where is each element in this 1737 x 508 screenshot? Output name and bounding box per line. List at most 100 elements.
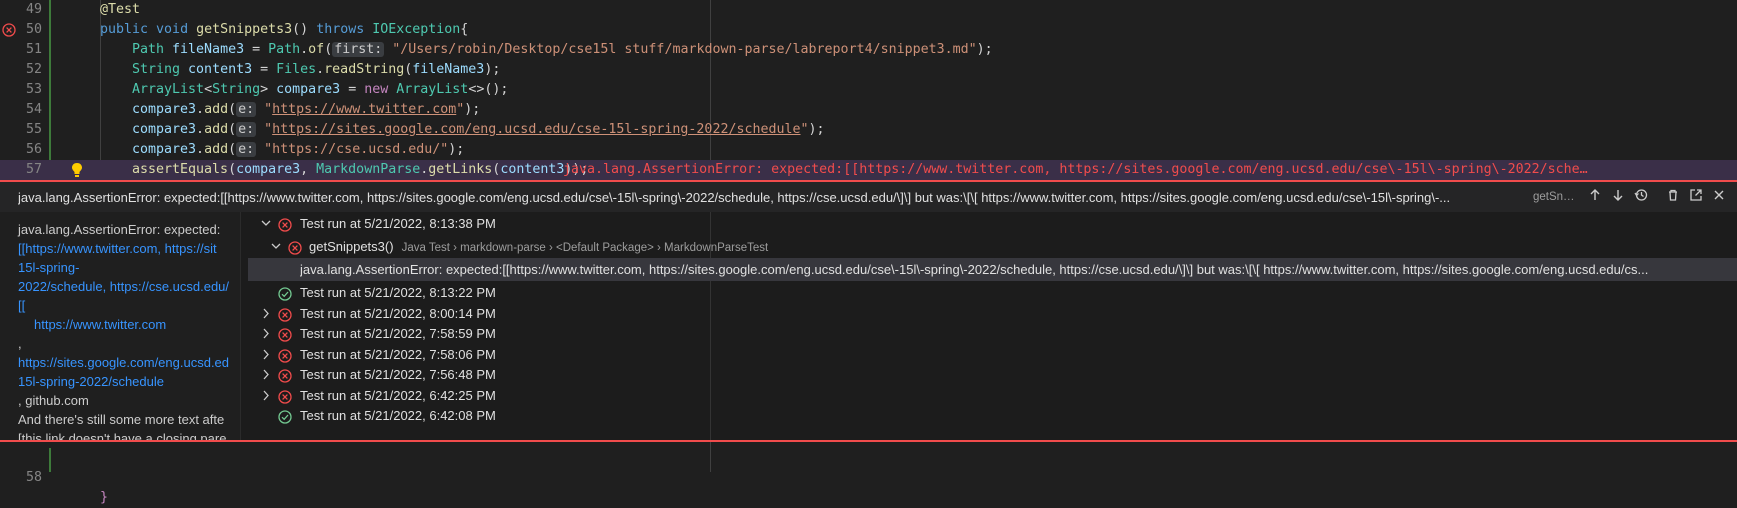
- code-token: ": [256, 102, 273, 117]
- pane-sash[interactable]: [240, 212, 241, 440]
- check-icon: [278, 408, 292, 424]
- line-number: 49: [25, 2, 42, 17]
- code-editor[interactable]: 49 @Test 50 public void getSnippets3() thro…: [0, 0, 1737, 180]
- code-token: =: [244, 42, 269, 57]
- message-link[interactable]: https://sites.google.com/eng.ucsd.ed: [18, 353, 240, 372]
- history-run-item[interactable]: Test run at 5/21/2022, 8:13:38 PM: [248, 212, 1737, 235]
- message-link[interactable]: 2022/schedule, https://cse.ucsd.edu/: [18, 277, 240, 296]
- line-number: 53: [25, 82, 42, 97]
- code-token: );: [448, 142, 465, 157]
- code-line[interactable]: 51 Path fileName3 = Path.of(first: "/User…: [0, 40, 1737, 60]
- code-token: Path: [268, 42, 301, 57]
- code-token: String: [132, 62, 189, 77]
- line-number: 56: [25, 142, 42, 157]
- peek-header: java.lang.AssertionError: expected:[[htt…: [0, 180, 1737, 212]
- code-token: =: [252, 62, 277, 77]
- peek-title: java.lang.AssertionError: expected:[[htt…: [18, 190, 1451, 205]
- lightbulb-icon[interactable]: [70, 162, 84, 178]
- code-line[interactable]: 56 compare3.add(e: "https://cse.ucsd.edu/…: [0, 140, 1737, 160]
- message-link[interactable]: 15l-spring-2022/schedule: [18, 372, 240, 391]
- inlay-hint: e:: [236, 102, 257, 117]
- check-icon: [278, 285, 292, 301]
- history-run-label: Test run at 5/21/2022, 8:13:38 PM: [300, 216, 496, 231]
- code-line[interactable]: 57 assertEquals(compare3, MarkdownParse.g…: [0, 160, 1737, 180]
- code-token: compare3: [132, 142, 197, 157]
- message-line: And there's still some more text afte: [18, 412, 225, 427]
- code-token: Path: [132, 42, 173, 57]
- line-number: 52: [25, 62, 42, 77]
- code-token: compare3: [236, 162, 301, 177]
- code-token: public: [100, 22, 157, 37]
- message-line: java.lang.AssertionError: expected:: [18, 222, 221, 237]
- code-token: );: [484, 62, 501, 77]
- code-line[interactable]: 54 compare3.add(e: "https://www.twitter.c…: [0, 100, 1737, 120]
- code-text: compare3.add(e: "https://sites.google.co…: [132, 120, 825, 140]
- arrow-down-icon[interactable]: [1609, 188, 1627, 206]
- code-line[interactable]: 49 @Test: [0, 0, 1737, 20]
- code-token: .: [196, 102, 205, 117]
- code-token: (: [228, 162, 237, 177]
- peek-body: java.lang.AssertionError: expected: [[ht…: [0, 212, 1737, 442]
- message-link[interactable]: [[https://www.twitter.com, https://sit: [18, 239, 240, 258]
- ruler-guide: [710, 442, 711, 472]
- code-token: <>();: [468, 82, 509, 97]
- history-icon[interactable]: [1632, 188, 1650, 206]
- code-token: ArrayList: [132, 82, 205, 97]
- test-method-description: Java Test › markdown-parse › <Default Pa…: [401, 242, 769, 254]
- code-token: String: [212, 82, 261, 97]
- code-token: ": [256, 122, 273, 137]
- trash-icon[interactable]: [1664, 188, 1682, 206]
- code-token: =: [340, 82, 365, 97]
- code-token: add: [204, 122, 229, 137]
- code-line[interactable]: 55 compare3.add(e: "https://sites.google.…: [0, 120, 1737, 140]
- code-line[interactable]: 50 public void getSnippets3() throws IOEx…: [0, 20, 1737, 40]
- code-line[interactable]: 53 ArrayList<String> compare3 = new Array…: [0, 80, 1737, 100]
- message-link[interactable]: https://www.twitter.com: [18, 315, 240, 334]
- code-line[interactable]: 58 }: [0, 448, 1737, 505]
- code-token: throws: [316, 22, 373, 37]
- test-method-item[interactable]: getSnippets3() Java Test › markdown-parse…: [248, 235, 1737, 258]
- code-text: }: [100, 490, 109, 505]
- error-icon: [288, 239, 302, 255]
- error-icon[interactable]: [2, 23, 16, 37]
- code-token: "/Users/robin/Desktop/cse15l stuff/markd…: [384, 42, 977, 57]
- line-number: 57: [25, 162, 42, 177]
- code-line[interactable]: 52 String content3 = Files.readString(fil…: [0, 60, 1737, 80]
- error-icon: [278, 367, 292, 383]
- code-token: .: [300, 42, 309, 57]
- error-icon: [278, 306, 292, 322]
- history-run-item[interactable]: Test run at 5/21/2022, 6:42:08 PM: [248, 404, 1737, 427]
- code-text: compare3.add(e: "https://cse.ucsd.edu/")…: [132, 140, 464, 160]
- message-pane[interactable]: java.lang.AssertionError: expected: [[ht…: [0, 212, 240, 440]
- code-token: add: [204, 142, 229, 157]
- code-token: <: [204, 82, 213, 97]
- code-token: );: [976, 42, 993, 57]
- code-token: readString: [324, 62, 405, 77]
- test-history-tree[interactable]: Test run at 5/21/2022, 8:13:38 PM getSni…: [248, 212, 1737, 440]
- inline-error-message: java.lang.AssertionError: expected:[[htt…: [563, 162, 1588, 177]
- code-text: assertEquals(compare3, MarkdownParse.get…: [132, 160, 588, 180]
- arrow-up-icon[interactable]: [1586, 188, 1604, 206]
- message-line: [[: [18, 298, 26, 313]
- open-external-icon[interactable]: [1687, 188, 1705, 206]
- code-token: new: [364, 82, 397, 97]
- code-text: Path fileName3 = Path.of(first: "/Users/…: [132, 40, 993, 60]
- code-token: (: [228, 102, 237, 117]
- test-error-item[interactable]: java.lang.AssertionError: expected:[[htt…: [248, 258, 1737, 281]
- close-icon[interactable]: [1710, 188, 1728, 206]
- test-method-label: getSnippets3(): [309, 239, 394, 254]
- code-token: compare3: [132, 122, 197, 137]
- code-token: https://www.twitter.com: [272, 102, 457, 117]
- message-line: ,: [18, 336, 22, 351]
- git-change-bar: [49, 448, 51, 472]
- code-token: MarkdownParse: [316, 162, 421, 177]
- code-token: (: [228, 122, 237, 137]
- code-text: compare3.add(e: "https://www.twitter.com…: [132, 100, 480, 120]
- error-icon: [278, 388, 292, 404]
- error-icon: [278, 347, 292, 363]
- peek-method-label: getSn…: [1533, 191, 1575, 203]
- code-token: compare3: [132, 102, 197, 117]
- test-error-message: java.lang.AssertionError: expected:[[htt…: [300, 262, 1649, 277]
- message-link[interactable]: 15l-spring-: [18, 258, 240, 277]
- code-token: IOException: [372, 22, 461, 37]
